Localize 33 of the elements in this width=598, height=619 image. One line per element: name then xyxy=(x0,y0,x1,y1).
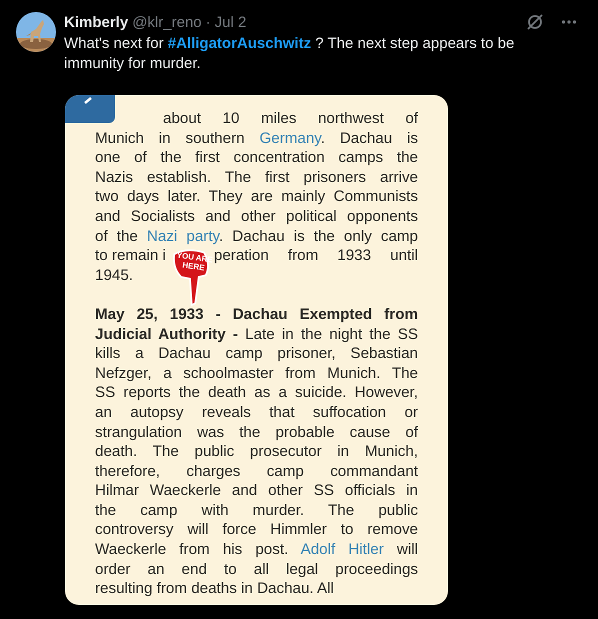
post-date[interactable]: Jul 2 xyxy=(214,14,246,30)
document-line: Waeckerle from his post. Adolf Hitler will xyxy=(95,540,418,560)
document-line: order an end to all legal proceedings xyxy=(95,560,418,580)
document-line: and Socialists and other political opponents xyxy=(95,206,418,227)
document-line: Judicial Authority - Late in the night the SS xyxy=(95,324,418,344)
document-line: Munich in southern Germany. Dachau is xyxy=(95,128,418,148)
author-handle[interactable]: @klr_reno xyxy=(132,14,202,30)
document-line: of the Nazi party. Dachau is the only camp xyxy=(95,226,418,246)
document-image[interactable] xyxy=(65,95,448,605)
document-text: peration from 1933 until xyxy=(214,246,418,266)
document-line: SS reports the death as a suicide. However, xyxy=(95,383,418,403)
separator: · xyxy=(206,14,211,30)
document-line: about 10 miles northwest of xyxy=(162,109,418,129)
document-line: the camp with murder. The public xyxy=(95,500,418,520)
document-text: to remain i xyxy=(95,246,166,266)
document-line: one of the first concentration camps the xyxy=(95,148,418,168)
slash-icon xyxy=(84,97,92,104)
document-line: death. The public prosecutor in Munich, xyxy=(95,442,418,462)
slashed-circle-icon[interactable] xyxy=(526,13,544,31)
document-line: therefore, charges camp commandant xyxy=(95,462,418,482)
document-line: Nefzger, a schoolmaster from Munich. The xyxy=(95,364,418,384)
document-line: Hilmar Waeckerle and other SS officials in xyxy=(95,481,418,501)
document-line: kills a Dachau camp prisoner, Sebastian xyxy=(95,344,418,364)
document-line: 1945. xyxy=(95,266,134,286)
author-name[interactable]: Kimberly xyxy=(64,14,128,30)
document-line: two days later. They are mainly Communists xyxy=(95,187,418,207)
document-line: resulting from deaths in Dachau. All xyxy=(95,579,334,599)
document-line: strangulation was the probable cause of xyxy=(95,422,418,442)
post-text: What's next for #AlligatorAuschwitz ? The next step appears to be immunity for murder. xyxy=(64,34,516,74)
document-line: controversy will force Himmler to remove xyxy=(95,520,418,540)
document-line: Nazis establish. The first prisoners arrive xyxy=(95,168,418,188)
document-line: May 25, 1933 - Dachau Exempted from xyxy=(95,304,418,325)
document-line: an autopsy reveals that suffocation or xyxy=(95,402,418,422)
